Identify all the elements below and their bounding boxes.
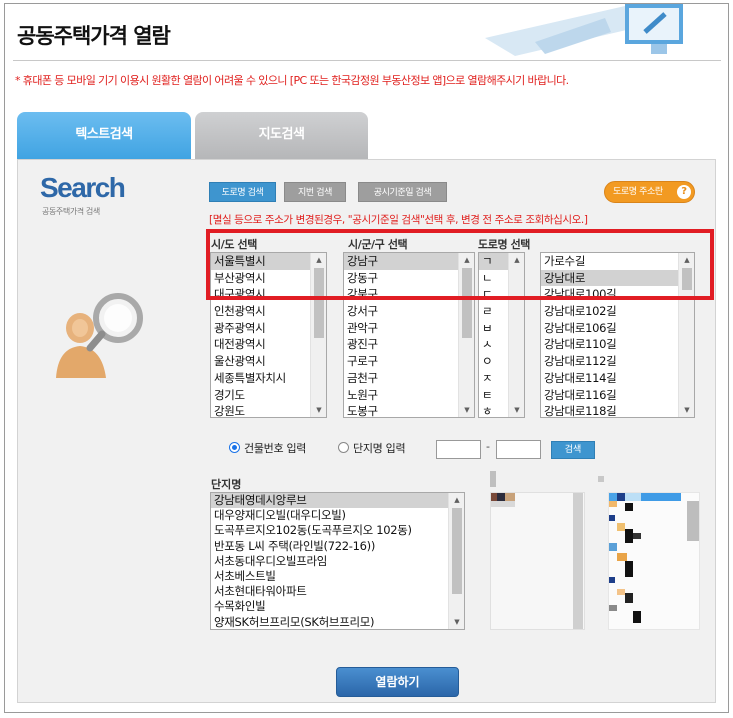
redacted-pixel [609,501,617,507]
list-item[interactable]: 서초현대타워아파트 [211,584,464,599]
list-item[interactable]: 금천구 [344,370,474,387]
redacted-pixel [625,503,633,511]
list-item[interactable]: 구로구 [344,353,474,370]
road-name-search-button[interactable]: 도로명 검색 [209,182,276,202]
scroll-thumb[interactable] [452,508,462,594]
list-item[interactable]: 대우양재디오빌(대우디오빌) [211,508,464,523]
complex-name-label: 단지명 입력 [353,442,406,455]
redacted-pixel [633,611,641,623]
tab-map-search[interactable]: 지도검색 [195,112,368,160]
redacted-pixel [617,493,625,501]
list-item[interactable]: 도봉구 [344,403,474,417]
header-divider [13,60,721,61]
list-item[interactable]: 강남대로112길 [541,353,694,370]
redacted-pixel [625,529,633,543]
help-icon: ? [677,185,691,199]
redacted-pixel [625,561,633,577]
redacted-pixel [609,493,617,501]
redacted-pixel [633,533,641,539]
redacted-label-block [598,476,604,482]
redacted-pixel [641,493,681,501]
radio-checked-icon[interactable] [229,442,240,453]
number-separator: - [486,440,490,453]
scroll-down-arrow-icon[interactable]: ▼ [509,403,524,417]
list-item[interactable]: 강남대로116길 [541,387,694,404]
complex-name-radio[interactable]: 단지명 입력 [338,440,406,456]
list-item[interactable]: 광주광역시 [211,320,326,337]
building-number-sub-input[interactable] [496,440,541,459]
list-item[interactable]: 강남대로118길 [541,403,694,417]
road-address-info-label: 도로명 주소란 [613,187,663,197]
list-item[interactable]: 강남태영데시앙루브 [211,493,464,509]
redacted-pixel [625,593,633,603]
list-item[interactable]: 관악구 [344,320,474,337]
redacted-pixel [617,589,625,595]
complex-listbox[interactable]: 강남태영데시앙루브 대우양재디오빌(대우디오빌) 도곡푸르지오102동(도곡푸르… [210,492,465,630]
redacted-pixel [491,501,515,507]
dong-listbox-redacted [490,492,585,630]
search-logo-subtitle: 공동주택가격 검색 [42,207,100,216]
scroll-up-arrow-icon[interactable]: ▲ [449,493,464,507]
list-item[interactable]: 강남대로110길 [541,336,694,353]
list-item[interactable]: 강서구 [344,303,474,320]
selection-highlight-box [206,229,714,300]
scrollbar[interactable]: ▲ ▼ [448,493,464,629]
list-item[interactable]: 수목화인빌 [211,599,464,614]
header-monitor-graphic [485,4,683,56]
redacted-pixel [497,493,505,501]
building-number-radio[interactable]: 건물번호 입력 [229,440,306,456]
list-item[interactable]: 강남대로106길 [541,320,694,337]
road-address-info-button[interactable]: 도로명 주소란 ? [604,181,695,203]
lot-number-search-button[interactable]: 지번 검색 [284,182,346,202]
search-logo: Search [40,172,126,203]
redacted-pixel [573,493,583,629]
redacted-pixel [617,553,627,561]
scroll-down-arrow-icon[interactable]: ▼ [311,403,326,417]
search-button[interactable]: 검색 [551,441,595,459]
redacted-pixel [505,493,515,501]
list-item[interactable]: 인천광역시 [211,303,326,320]
complex-label: 단지명 [211,478,242,491]
search-panel: Search 공동주택가격 검색 도로명 검색 지번 검색 공시기준일 검색 도… [17,159,716,703]
base-date-search-button[interactable]: 공시기준일 검색 [358,182,447,202]
list-item[interactable]: 도곡푸르지오102동(도곡푸르지오 102동) [211,523,464,538]
list-item[interactable]: 강원도 [211,403,326,417]
list-item[interactable]: 대전광역시 [211,336,326,353]
list-item[interactable]: 울산광역시 [211,353,326,370]
list-item[interactable]: 강남대로102길 [541,303,694,320]
radio-unchecked-icon[interactable] [338,442,349,453]
building-number-main-input[interactable] [436,440,481,459]
list-item[interactable]: 강남대로114길 [541,370,694,387]
redacted-pixel [609,605,617,611]
mobile-notice: * 휴대폰 등 모바일 기기 이용시 원활한 열람이 어려울 수 있으니 [PC… [15,74,569,87]
tab-text-search[interactable]: 텍스트검색 [17,112,191,160]
redacted-pixel [609,515,615,521]
search-hint: [멸실 등으로 주소가 변경된경우, "공시기준일 검색"선택 후, 변경 전 … [209,214,588,226]
list-item[interactable]: 양재SK허브프리모(SK허브프리모) [211,615,464,630]
list-item[interactable]: 서초베스트빌 [211,569,464,584]
redacted-pixel [617,523,625,531]
redacted-pixel [609,577,615,583]
redacted-pixel [625,493,641,501]
redacted-label-block [490,471,496,487]
redacted-pixel [687,501,699,541]
scroll-down-arrow-icon[interactable]: ▼ [459,403,474,417]
scroll-down-arrow-icon[interactable]: ▼ [679,403,694,417]
view-button[interactable]: 열람하기 [336,667,459,697]
unit-listbox-redacted [608,492,700,630]
list-item[interactable]: 광진구 [344,336,474,353]
building-number-label: 건물번호 입력 [244,442,307,455]
redacted-pixel [609,543,617,551]
page-title: 공동주택가격 열람 [17,24,171,48]
list-item[interactable]: 세종특별자치시 [211,370,326,387]
list-item[interactable]: 서초동대우디오빌프라임 [211,554,464,569]
user-magnifier-icon [56,293,143,378]
page-frame: 공동주택가격 열람 * 휴대폰 등 모바일 기기 이용시 원활한 열람이 어려울… [4,3,729,713]
list-item[interactable]: 노원구 [344,387,474,404]
list-item[interactable]: 경기도 [211,387,326,404]
scroll-down-arrow-icon[interactable]: ▼ [449,615,464,629]
list-item[interactable]: 반포동 L씨 주택(라인빌(722-16)) [211,539,464,554]
